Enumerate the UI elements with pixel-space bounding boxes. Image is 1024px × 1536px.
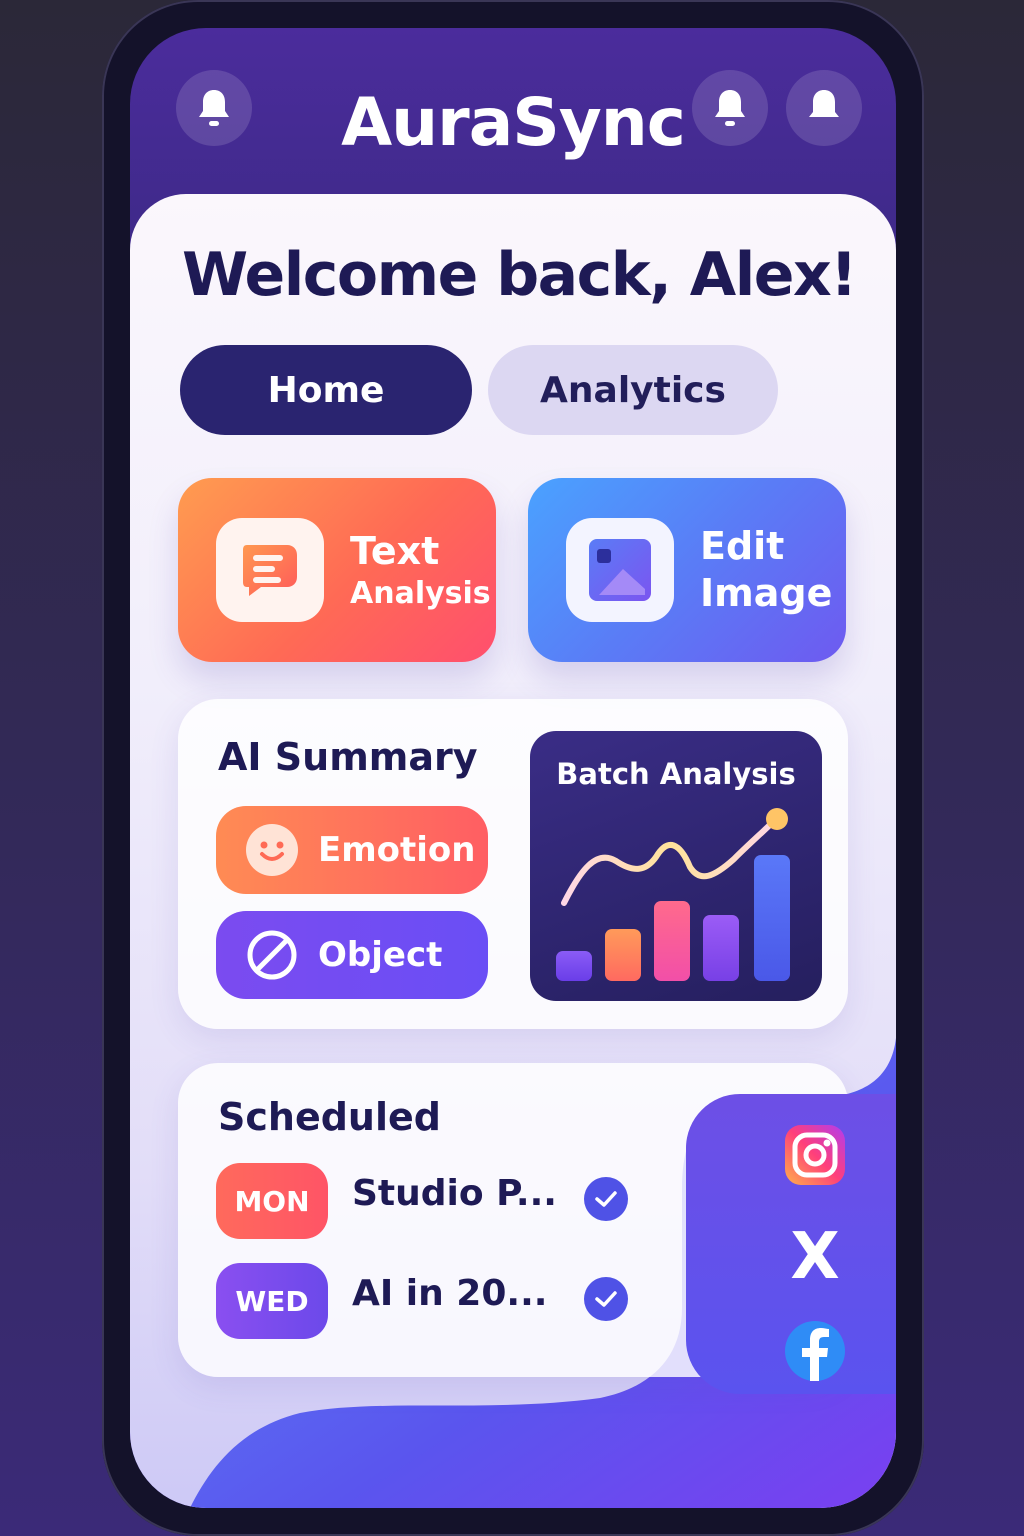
- batch-bar: [556, 951, 592, 981]
- tab-analytics[interactable]: Analytics: [488, 345, 778, 435]
- welcome-heading: Welcome back, Alex!: [182, 240, 858, 310]
- scheduled-item[interactable]: MON Studio P...: [216, 1163, 636, 1239]
- smiley-icon: [246, 824, 298, 876]
- alerts-button[interactable]: [786, 70, 862, 146]
- ai-summary-card: AI Summary Emotion Object Batch Analysis: [178, 699, 848, 1029]
- scheduled-title: Scheduled: [218, 1095, 441, 1139]
- check-icon[interactable]: [584, 1177, 628, 1221]
- edit-image-card[interactable]: Edit Image: [528, 478, 846, 662]
- emotion-chip[interactable]: Emotion: [216, 806, 488, 894]
- text-analysis-label-line2: Analysis: [350, 576, 491, 611]
- scheduled-item-title: AI in 20...: [352, 1273, 548, 1314]
- edit-image-label-line1: Edit: [700, 523, 785, 568]
- image-icon: [566, 518, 674, 622]
- phone-frame: AuraSync Welcome back, Alex! Home Analyt…: [102, 0, 924, 1536]
- notification-button[interactable]: [692, 70, 768, 146]
- instagram-icon[interactable]: [782, 1122, 848, 1188]
- bell-icon: [715, 90, 745, 126]
- batch-bar: [754, 855, 790, 981]
- text-analysis-label-line1: Text: [350, 528, 440, 573]
- x-icon[interactable]: X: [782, 1220, 848, 1294]
- day-badge: WED: [216, 1263, 328, 1339]
- text-message-icon: [216, 518, 324, 622]
- check-icon[interactable]: [584, 1277, 628, 1321]
- scheduled-item-title: Studio P...: [352, 1173, 557, 1214]
- object-chip[interactable]: Object: [216, 911, 488, 999]
- batch-analysis-graphic: [556, 808, 790, 981]
- emotion-chip-label: Emotion: [318, 830, 476, 870]
- day-badge: MON: [216, 1163, 328, 1239]
- app-title: AuraSync: [341, 84, 686, 161]
- text-analysis-card[interactable]: Text Analysis: [178, 478, 496, 662]
- object-icon: [247, 930, 297, 980]
- scheduled-item[interactable]: WED AI in 20...: [216, 1263, 636, 1339]
- ai-summary-title: AI Summary: [218, 735, 478, 779]
- social-share-panel: X: [686, 1094, 896, 1394]
- bell-icon: [809, 90, 839, 117]
- batch-analysis-card[interactable]: Batch Analysis: [530, 731, 822, 1001]
- edit-image-label-line2: Image: [700, 571, 833, 615]
- tab-home[interactable]: Home: [180, 345, 472, 435]
- facebook-icon[interactable]: [782, 1318, 848, 1384]
- batch-bar: [654, 901, 690, 981]
- app-screen: AuraSync Welcome back, Alex! Home Analyt…: [130, 28, 896, 1508]
- batch-bar: [605, 929, 641, 981]
- batch-bar: [703, 915, 739, 981]
- object-chip-label: Object: [318, 935, 443, 975]
